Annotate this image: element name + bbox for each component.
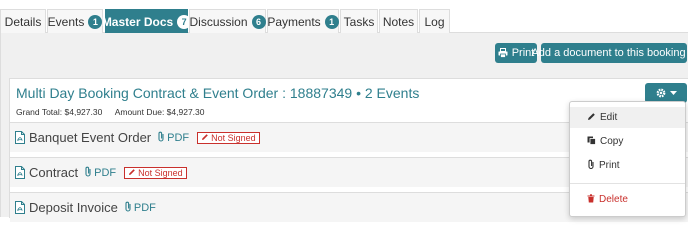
pencil-icon — [587, 112, 596, 124]
count-badge: 6 — [251, 14, 266, 29]
menu-item-copy[interactable]: Copy — [570, 131, 685, 152]
menu-item-edit[interactable]: Edit — [570, 107, 685, 128]
tab-label: Payments — [267, 14, 321, 29]
tab-label: Log — [424, 14, 445, 29]
menu-item-label: Delete — [599, 194, 628, 205]
tab-bar: Details Events 1 Master Docs 7 Discussio… — [0, 0, 688, 34]
pencil-icon — [128, 168, 136, 178]
paperclip-icon — [587, 159, 595, 172]
grand-total: Grand Total: $4,927.30 — [16, 107, 103, 117]
tab-master-docs[interactable]: Master Docs 7 — [101, 9, 192, 34]
add-document-label: Add a document to this booking — [531, 47, 686, 59]
not-signed-badge: Not Signed — [197, 131, 260, 144]
menu-item-label: Copy — [600, 136, 624, 147]
tab-payments[interactable]: Payments 1 — [267, 9, 339, 33]
tab-tasks[interactable]: Tasks — [340, 9, 378, 33]
file-pdf-icon — [15, 131, 25, 144]
menu-item-delete[interactable]: Delete — [570, 189, 685, 210]
settings-dropdown-button[interactable] — [645, 83, 687, 103]
tab-label: Details — [4, 14, 42, 29]
pdf-link-label: PDF — [94, 166, 117, 179]
pdf-link-label: PDF — [133, 201, 156, 214]
file-pdf-icon — [15, 166, 25, 179]
tab-label: Tasks — [343, 14, 375, 29]
tab-label: Master Docs — [101, 15, 174, 29]
tab-details[interactable]: Details — [0, 9, 46, 33]
paperclip-icon — [84, 166, 92, 180]
gear-icon — [656, 88, 666, 98]
caret-down-icon — [669, 90, 677, 96]
copy-icon — [587, 136, 596, 148]
trash-icon — [587, 193, 595, 206]
paperclip-icon — [157, 131, 165, 145]
tab-discussion[interactable]: Discussion 6 — [189, 9, 266, 33]
tab-events[interactable]: Events 1 — [47, 9, 103, 33]
print-icon — [498, 48, 508, 58]
not-signed-badge: Not Signed — [124, 166, 187, 179]
document-name[interactable]: Banquet Event Order — [29, 130, 151, 145]
not-signed-label: Not Signed — [138, 167, 183, 178]
booking-title[interactable]: Multi Day Booking Contract & Event Order… — [16, 85, 419, 101]
menu-divider — [570, 183, 685, 184]
not-signed-label: Not Signed — [211, 132, 256, 143]
settings-dropdown-menu: Edit Copy Print Delete — [569, 101, 686, 217]
add-document-button[interactable]: Add a document to this booking — [531, 43, 687, 63]
paperclip-icon — [124, 201, 132, 215]
booking-totals: Grand Total: $4,927.30 Amount Due: $4,92… — [16, 107, 205, 117]
menu-item-label: Print — [599, 160, 620, 171]
pdf-link[interactable]: PDF — [84, 166, 116, 180]
document-name[interactable]: Deposit Invoice — [29, 200, 118, 215]
count-badge: 1 — [324, 14, 339, 29]
tab-label: Events — [47, 14, 85, 29]
menu-item-print[interactable]: Print — [570, 155, 685, 176]
tab-log[interactable]: Log — [419, 9, 450, 33]
count-badge: 1 — [88, 14, 103, 29]
amount-due: Amount Due: $4,927.30 — [114, 107, 205, 117]
tab-label: Notes — [382, 14, 415, 29]
pdf-link-label: PDF — [167, 131, 190, 144]
file-pdf-icon — [15, 201, 25, 214]
pencil-icon — [201, 133, 209, 143]
pdf-link[interactable]: PDF — [157, 131, 189, 145]
menu-item-label: Edit — [600, 112, 618, 123]
document-name[interactable]: Contract — [29, 165, 78, 180]
tab-label: Discussion — [189, 14, 248, 29]
pdf-link[interactable]: PDF — [124, 201, 156, 215]
tab-notes[interactable]: Notes — [379, 9, 418, 33]
